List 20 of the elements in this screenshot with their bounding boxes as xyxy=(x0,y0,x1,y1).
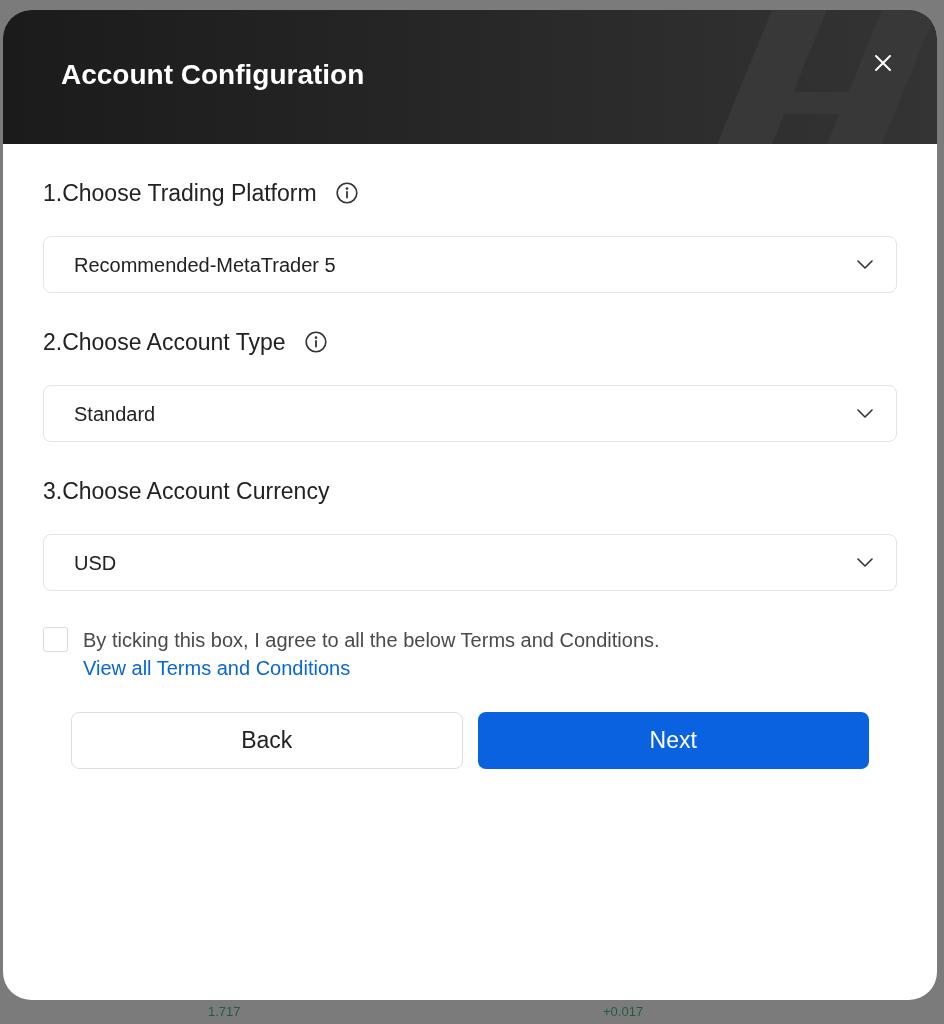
agree-checkbox[interactable] xyxy=(43,627,68,652)
section-label: 2.Choose Account Type xyxy=(43,328,286,356)
select-field[interactable]: Recommended-MetaTrader 5 xyxy=(43,236,897,293)
section-label: 3.Choose Account Currency xyxy=(43,477,330,505)
price-value: 1.717 xyxy=(208,1004,241,1020)
select-field[interactable]: Standard xyxy=(43,385,897,442)
terms-text: By ticking this box, I agree to all the below Terms and Conditions. View all Terms and Conditions xyxy=(83,628,661,681)
chevron-down-icon xyxy=(857,260,873,269)
price-value: +0.017 xyxy=(603,1004,644,1020)
section-label: 1.Choose Trading Platform xyxy=(43,179,317,207)
dialog-title: Account Configuration xyxy=(61,58,365,92)
chevron-down-icon xyxy=(857,558,873,567)
info-icon[interactable] xyxy=(304,331,327,353)
chevron-down-icon xyxy=(857,409,873,418)
next-button[interactable]: Next xyxy=(477,712,869,769)
back-button[interactable]: Back xyxy=(71,712,463,769)
select-field[interactable]: USD xyxy=(43,534,897,591)
close-icon[interactable] xyxy=(874,54,892,72)
terms-link[interactable]: View all Terms and Conditions xyxy=(83,657,351,679)
info-icon[interactable] xyxy=(335,182,358,204)
